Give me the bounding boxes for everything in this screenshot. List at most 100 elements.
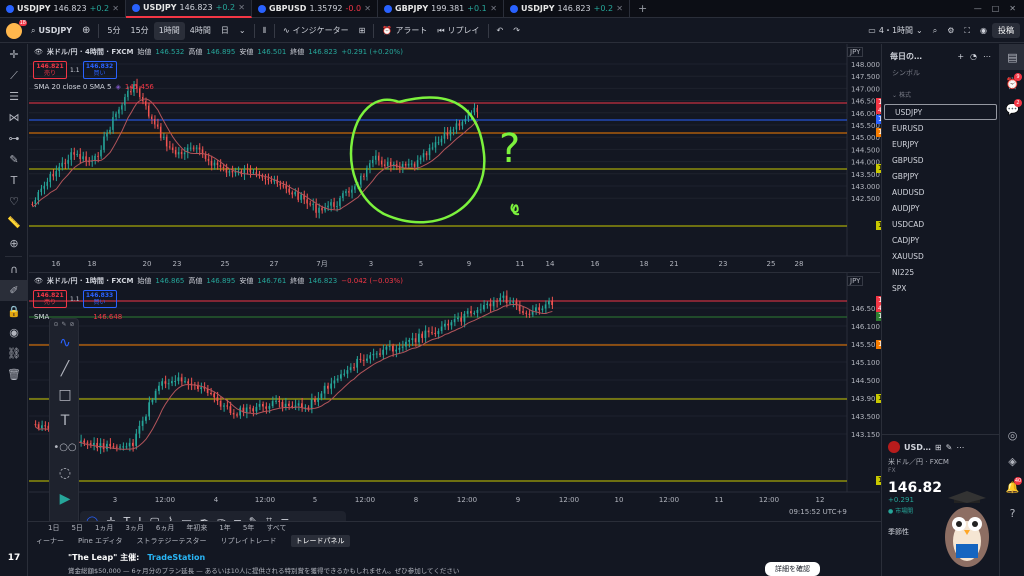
redo-button[interactable]: ↷ (508, 19, 525, 43)
path-option[interactable]: •○○ (50, 434, 80, 460)
more-icon[interactable]: ⋯ (956, 443, 964, 452)
interval-dropdown[interactable]: ⌄ (234, 19, 251, 43)
browser-tab-1[interactable]: USDJPY 146.823 +0.2 ✕ (126, 0, 252, 18)
play-option[interactable]: ▶ (50, 486, 80, 512)
user-avatar[interactable]: 18 (6, 19, 27, 39)
more-icon[interactable]: ⋯ (983, 52, 991, 61)
interval-1[interactable]: 15分 (126, 19, 154, 43)
crosshair-tool[interactable]: ✛ (0, 44, 28, 65)
candle-style-button[interactable]: ⫴ (258, 19, 271, 43)
replay-button[interactable]: ⏮ リプレイ (432, 19, 484, 43)
brush-tool[interactable]: ✎ (0, 149, 28, 170)
watchlist-item[interactable]: EURUSD (882, 120, 999, 136)
fullscreen-button[interactable]: ⛶ (959, 19, 975, 43)
notifications-toggle[interactable]: 🔔 40 (1000, 474, 1024, 500)
line-option[interactable]: ╱ (50, 356, 80, 382)
publish-button[interactable]: 投稿 (992, 23, 1020, 38)
watchlist-item[interactable]: NI225 (882, 264, 999, 280)
chart-pane-bottom[interactable]: 146.500 146.100 145.500 145.100 144.500 143.9… (29, 272, 908, 516)
visibility-icon[interactable]: 👁 (34, 48, 43, 56)
brush-option[interactable]: ∿ (50, 330, 80, 356)
watchlist-item[interactable]: USDJPY (884, 104, 997, 120)
watchlist-item[interactable]: USDCAD (882, 216, 999, 232)
browser-tab-3[interactable]: GBPJPY 199.381 +0.1 ✕ (378, 0, 504, 18)
link-tool[interactable]: ⛓ (0, 343, 28, 364)
watchlist-item[interactable]: AUDUSD (882, 184, 999, 200)
cycle-option[interactable]: ◌ (50, 460, 80, 486)
watchlist-toggle[interactable]: ▤ (1000, 44, 1024, 70)
minimize-icon[interactable]: — (974, 4, 982, 13)
browser-tab-0[interactable]: USDJPY 146.823 +0.2 ✕ (0, 0, 126, 18)
pattern-tool[interactable]: ⋈ (0, 107, 28, 128)
interval-2[interactable]: 1時間 (153, 21, 185, 40)
close-icon[interactable]: ✕ (1009, 4, 1016, 13)
maximize-icon[interactable]: □ (992, 4, 1000, 13)
chart-canvas-bottom[interactable]: 146.500146.100145.500145.100144.500143.9… (29, 273, 880, 506)
text-option[interactable]: T (50, 408, 80, 434)
tab-close-icon[interactable]: ✕ (364, 4, 371, 13)
watchlist-item[interactable]: SPX (882, 280, 999, 296)
projection-tool[interactable]: ⊶ (0, 128, 28, 149)
range-0[interactable]: 1日 (48, 523, 59, 533)
tab-close-icon[interactable]: ✕ (112, 4, 119, 13)
symbol-search-button[interactable]: ⌕ USDJPY (26, 19, 77, 43)
bottom-tab-1[interactable]: Pine エディタ (78, 536, 123, 546)
zoom-tool[interactable]: ⊕ (0, 233, 28, 254)
visibility-icon[interactable]: 👁 (34, 277, 43, 285)
interval-0[interactable]: 5分 (102, 19, 125, 43)
visibility-tool[interactable]: ◉ (0, 322, 28, 343)
edit-icon[interactable]: ✎ (946, 443, 953, 452)
browser-tab-4[interactable]: USDJPY 146.823 +0.2 ✕ (504, 0, 630, 18)
magnet-tool[interactable]: ∩ (0, 259, 28, 280)
trend-line-tool[interactable]: ⟋ (0, 65, 28, 86)
chart-canvas-top[interactable]: 148.000147.500147.000146.500146.000145.5… (29, 44, 880, 270)
watchlist-item[interactable]: GBPJPY (882, 168, 999, 184)
sell-button[interactable]: 146.821 売り (33, 61, 67, 79)
new-tab-button[interactable]: + (638, 2, 647, 15)
range-3[interactable]: 3ヵ月 (125, 523, 143, 533)
watchlist-item[interactable]: AUDJPY (882, 200, 999, 216)
buy-button[interactable]: 146.832 買い (82, 61, 117, 79)
watchlist-item[interactable]: CADJPY (882, 232, 999, 248)
calendar-toggle[interactable]: ◎ (1000, 422, 1024, 448)
compare-button[interactable]: ⊕ (77, 19, 95, 43)
ideas-toggle[interactable]: ◈ (1000, 448, 1024, 474)
range-5[interactable]: 年初来 (186, 523, 207, 533)
quick-search-button[interactable]: ⌕ (928, 19, 942, 43)
settings-button[interactable]: ⚙ (942, 19, 959, 43)
sell-button[interactable]: 146.821 売り (33, 290, 67, 308)
watchlist-title[interactable]: 毎日の… (890, 51, 922, 62)
bottom-tab-0[interactable]: ィーナー (36, 536, 64, 546)
draw-mode-tool[interactable]: ✐ (0, 280, 28, 301)
lock-tool[interactable]: 🔒 (0, 301, 28, 322)
alerts-toggle[interactable]: ⏰ 9 (1000, 70, 1024, 96)
bottom-tab-2[interactable]: ストラテジーテスター (137, 536, 207, 546)
range-8[interactable]: すべて (266, 523, 286, 533)
delete-tool[interactable]: 🗑 (0, 364, 28, 385)
undo-button[interactable]: ↶ (492, 19, 509, 43)
interval-3[interactable]: 4時間 (185, 19, 216, 43)
currency-label[interactable]: JPY (847, 276, 864, 286)
alert-button[interactable]: ⏰ アラート (377, 19, 432, 43)
bottom-tab-3[interactable]: リプレイトレード (221, 536, 277, 546)
icon-tool[interactable]: ♡ (0, 191, 28, 212)
text-tool[interactable]: T (0, 170, 28, 191)
range-4[interactable]: 6ヵ月 (156, 523, 174, 533)
interval-4[interactable]: 日 (216, 19, 234, 43)
add-symbol-icon[interactable]: + (957, 52, 964, 61)
currency-label[interactable]: JPY (847, 47, 864, 57)
watchlist-item[interactable]: EURJPY (882, 136, 999, 152)
indicators-button[interactable]: ∿ インジケーター (278, 19, 354, 43)
snapshot-button[interactable]: ◉ (975, 19, 992, 43)
browser-tab-2[interactable]: GBPUSD 1.35792 -0.0 ✕ (252, 0, 378, 18)
tab-close-icon[interactable]: ✕ (238, 3, 245, 12)
chart-icon[interactable]: ◔ (970, 52, 977, 61)
chart-pane-top[interactable]: 148.000 147.500 147.000 146.500 146.000 145.5… (29, 44, 908, 270)
fib-tool[interactable]: ☰ (0, 86, 28, 107)
tab-close-icon[interactable]: ✕ (616, 4, 623, 13)
templates-button[interactable]: ⊞ (354, 19, 371, 43)
group-header[interactable]: ⌄ 株式 (882, 90, 999, 104)
layout-button[interactable]: ▭ 4・1時間 ⌄ (863, 19, 927, 43)
promo-details-button[interactable]: 詳細を確認 (765, 562, 820, 576)
watchlist-item[interactable]: XAUUSD (882, 248, 999, 264)
